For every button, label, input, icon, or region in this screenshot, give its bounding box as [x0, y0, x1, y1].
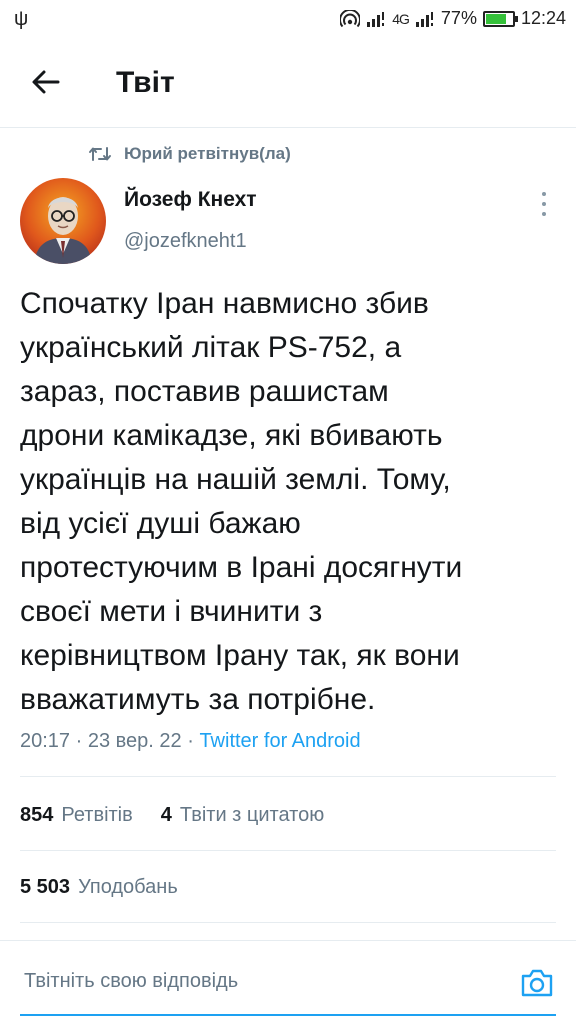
network-type-label: 4G [392, 10, 410, 27]
retweets-label[interactable]: Ретвітів [61, 804, 132, 827]
more-options-icon[interactable] [534, 190, 554, 218]
clock: 12:24 [520, 8, 566, 28]
camera-icon[interactable] [520, 966, 554, 1000]
tweet-source-link[interactable]: Twitter for Android [199, 730, 360, 752]
retweet-context[interactable]: Юрий ретвітнув(ла) [88, 144, 291, 164]
divider [0, 940, 576, 941]
meta-separator-2: · [181, 730, 200, 752]
divider [20, 922, 556, 923]
retweet-icon [89, 147, 111, 161]
reply-underline [20, 1014, 556, 1016]
like-stats: 5 503 Уподобань [20, 876, 178, 899]
app-header: Твіт [0, 40, 576, 128]
retweet-label: Юрий ретвітнув(ла) [124, 144, 291, 163]
battery-icon [482, 10, 518, 27]
likes-label[interactable]: Уподобань [78, 876, 178, 899]
likes-count[interactable]: 5 503 [20, 876, 70, 899]
tweet-time: 20:17 [20, 730, 71, 752]
tweet-date: 23 вер. 22 [87, 730, 182, 752]
divider [20, 776, 556, 777]
arrow-left-icon[interactable] [28, 64, 64, 100]
status-bar: ψ 4G 77% 12:24 [0, 0, 576, 40]
retweet-stats: 854 Ретвітів 4 Твіти з цитатою [20, 804, 324, 827]
tweet-meta: 20:17 · 23 вер. 22 · Twitter for Android [20, 730, 361, 753]
signal-icon-2 [415, 11, 433, 27]
author-name[interactable]: Йозеф Кнехт [124, 188, 257, 212]
divider [20, 850, 556, 851]
tweet-text: Спочатку Іран навмисно збив український … [20, 287, 463, 716]
author-handle[interactable]: @jozefkneht1 [124, 230, 247, 253]
status-icons: 4G 77% 12:24 [340, 8, 566, 29]
battery-percent: 77% [440, 8, 477, 28]
usb-icon: ψ [14, 8, 29, 30]
page-title: Твіт [116, 66, 175, 99]
hotspot-icon [340, 9, 361, 27]
quotes-label[interactable]: Твіти з цитатою [180, 804, 324, 827]
meta-separator: · [70, 730, 88, 752]
reply-input[interactable]: Твітніть свою відповідь [24, 970, 238, 993]
avatar[interactable] [20, 178, 106, 264]
quotes-count[interactable]: 4 [161, 804, 172, 827]
signal-icon [367, 11, 385, 27]
retweets-count[interactable]: 854 [20, 804, 53, 827]
avatar-image [20, 178, 106, 264]
